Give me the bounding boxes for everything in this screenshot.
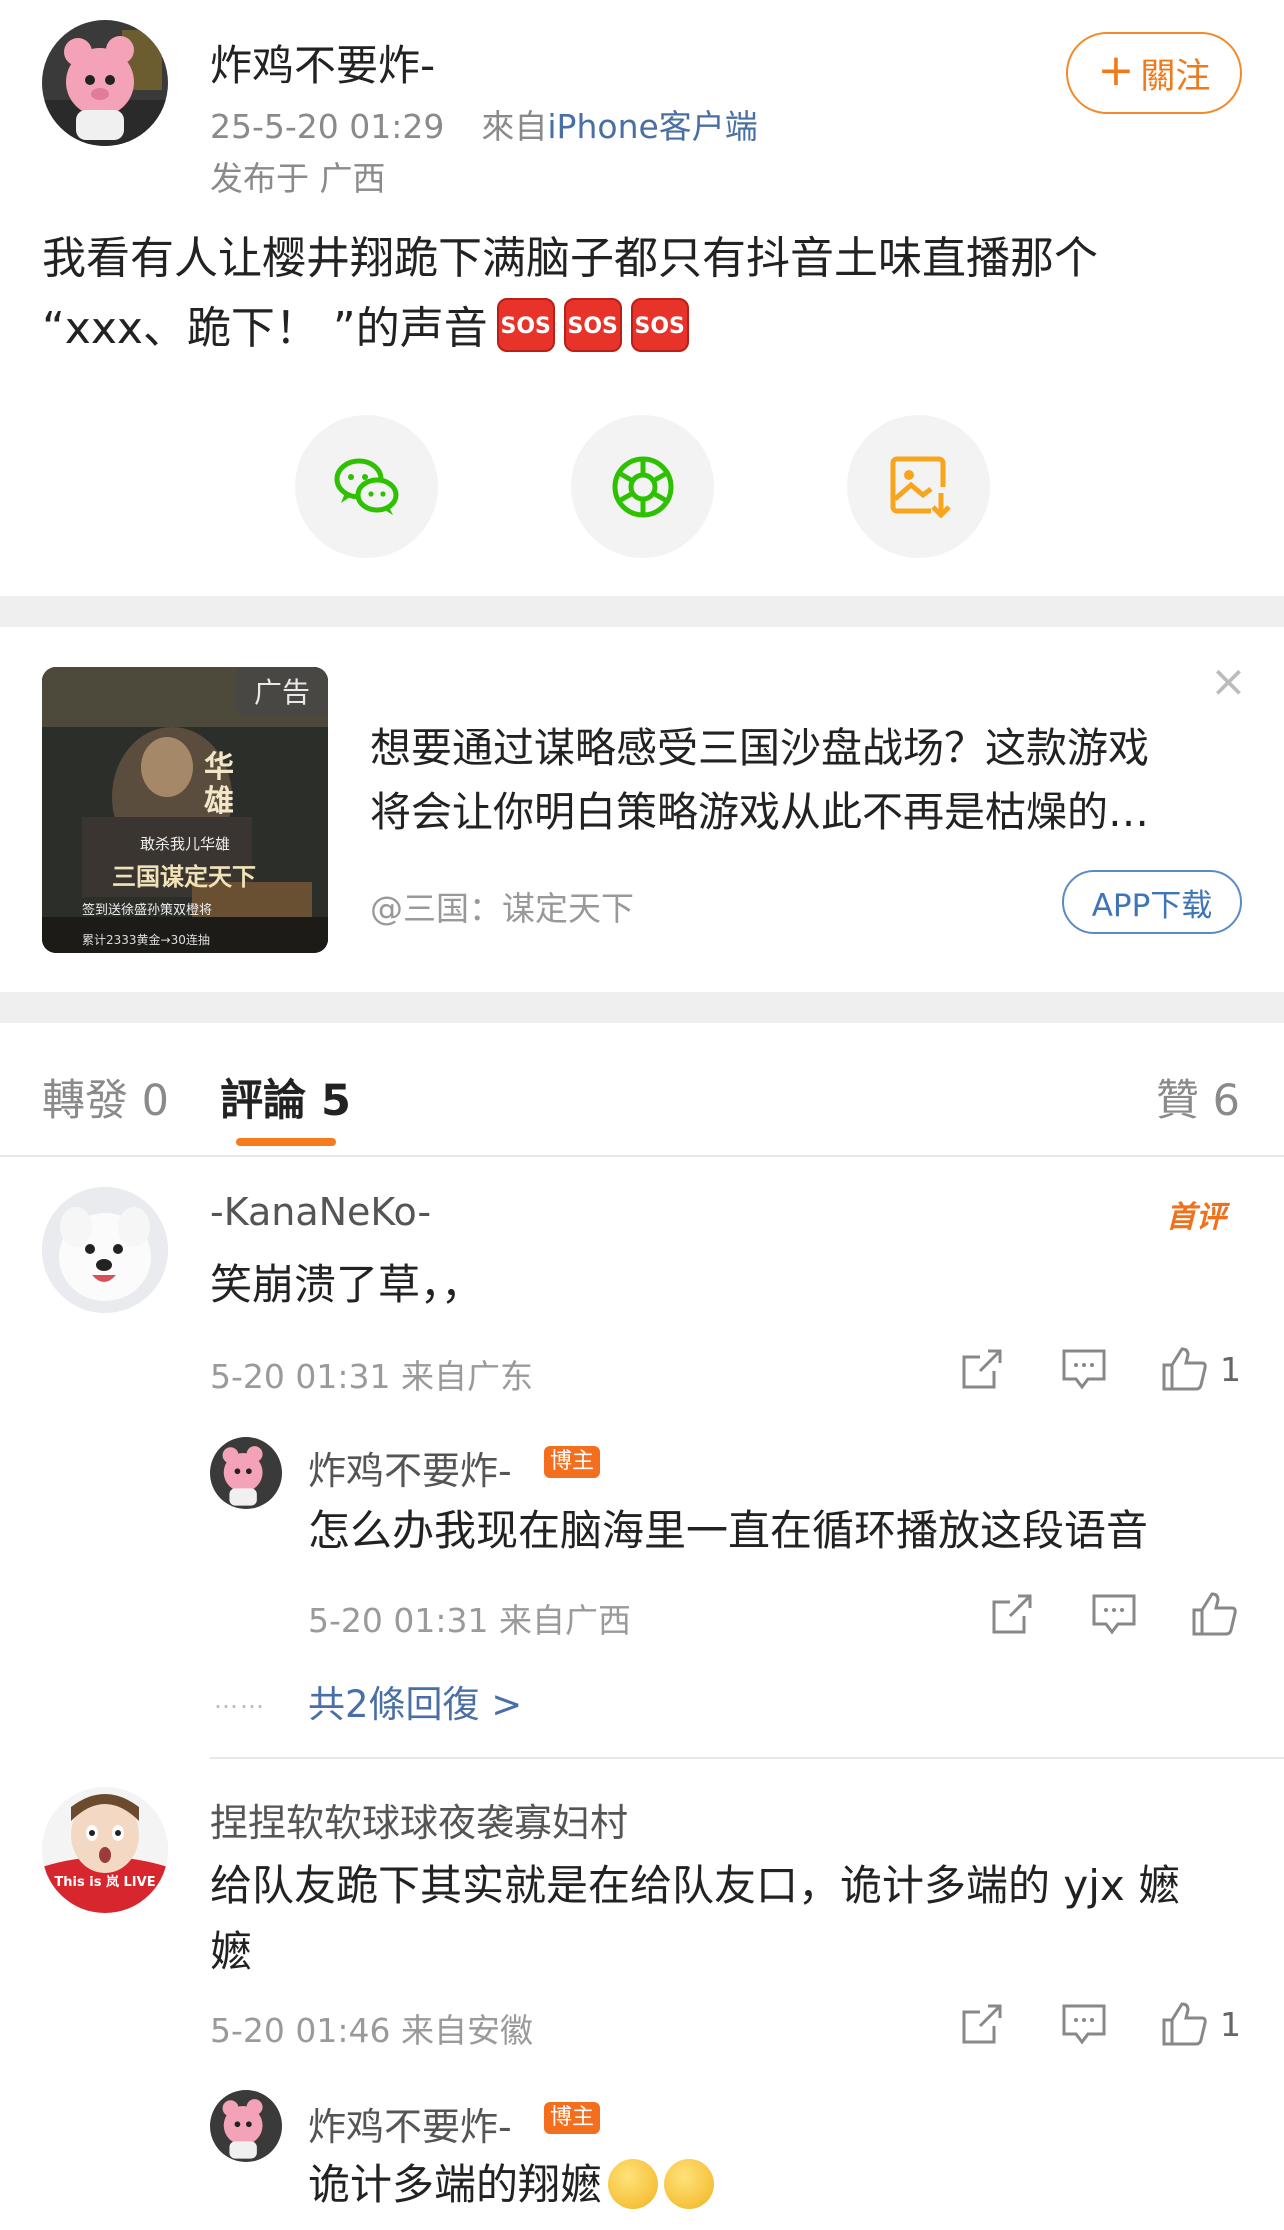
smirk-emoji-icon bbox=[664, 2158, 715, 2209]
ad-thumbnail[interactable]: 广告 华雄 敢杀我儿华雄 三国谋定天下 签到送徐盛孙策双橙将 累计2333黄金→… bbox=[42, 667, 328, 953]
like-reply-button[interactable] bbox=[1190, 1590, 1238, 1638]
ad-thumb-subtitle: 敢杀我儿华雄 bbox=[139, 835, 230, 853]
comment-icon bbox=[1092, 1594, 1136, 1635]
ad-source[interactable]: @三国：谋定天下 bbox=[370, 882, 634, 930]
section-separator bbox=[0, 992, 1284, 1023]
like-count: 1 bbox=[1220, 2004, 1241, 2044]
active-tab-indicator bbox=[236, 1138, 336, 1146]
like-count: 1 bbox=[1220, 1349, 1241, 1389]
comment-meta: 5-20 01:31 来自广东 bbox=[210, 1357, 533, 1396]
section-separator bbox=[0, 596, 1284, 627]
smirk-emoji-icon bbox=[608, 2158, 659, 2209]
commenter-name[interactable]: 捏捏软软球球夜袭寡妇村 bbox=[210, 1792, 628, 1847]
wechat-icon bbox=[334, 458, 398, 515]
avatar-caption: This is 岚 LIVE bbox=[54, 1875, 156, 1890]
plus-icon: + bbox=[1097, 45, 1135, 96]
post-text-line1: 我看有人让樱井翔跪下满脑子都只有抖音土味直播那个 bbox=[42, 233, 1098, 284]
ad-description[interactable]: 想要通过谋略感受三国沙盘战场？这款游戏 将会让你明白策略游戏从此不再是枯燥的… bbox=[370, 716, 1240, 844]
reply-author-name[interactable]: 炸鸡不要炸- bbox=[308, 2096, 512, 2151]
thumbs-up-icon bbox=[1192, 1592, 1237, 1636]
comment-text: 给队友跪下其实就是在给队友口，诡计多端的 yjx 嬷 嬷 bbox=[210, 1853, 1250, 1985]
reply-comment-button[interactable] bbox=[1060, 1345, 1108, 1393]
tabs-divider bbox=[0, 1155, 1284, 1157]
share-icon bbox=[992, 1594, 1032, 1634]
tab-comments[interactable]: 評論 5 bbox=[220, 1066, 351, 1128]
ad-thumb-bottom: 累计2333黄金→30连抽 bbox=[82, 933, 210, 947]
thumbs-up-icon bbox=[1162, 2002, 1207, 2046]
more-replies-dots: …… bbox=[214, 1686, 266, 1714]
share-icon bbox=[962, 1349, 1002, 1389]
first-comment-badge: 首评 bbox=[1166, 1200, 1226, 1235]
sos-emoji: SOS bbox=[630, 298, 689, 352]
share-moments-button[interactable] bbox=[571, 415, 714, 558]
comment-text: 笑崩溃了草，， bbox=[210, 1260, 484, 1309]
share-comment-button[interactable] bbox=[958, 2000, 1006, 2048]
post-author-name[interactable]: 炸鸡不要炸- bbox=[210, 32, 435, 93]
comment-text-line2: 嬷 bbox=[210, 1927, 253, 1976]
sos-emoji: SOS bbox=[563, 298, 622, 352]
reply-text-content: 诡计多端的翔嬷 bbox=[308, 2160, 603, 2209]
like-comment-button[interactable]: 1 bbox=[1160, 2000, 1241, 2048]
post-meta: 25-5-20 01:29 來自iPhone客户端 bbox=[210, 100, 758, 148]
comment-meta: 5-20 01:46 来自安徽 bbox=[210, 2011, 533, 2050]
share-comment-button[interactable] bbox=[958, 1345, 1006, 1393]
owner-badge: 博主 bbox=[544, 1446, 601, 1478]
sos-emoji: SOS bbox=[496, 298, 555, 352]
reply-text: 诡计多端的翔嬷 bbox=[308, 2152, 715, 2218]
commenter-avatar[interactable]: This is 岚 LIVE bbox=[42, 1787, 168, 1913]
post-source[interactable]: iPhone客户端 bbox=[547, 107, 757, 146]
share-wechat-button[interactable] bbox=[295, 415, 438, 558]
tab-repost[interactable]: 轉發 0 bbox=[42, 1066, 169, 1128]
ad-thumb-title: 华雄 bbox=[204, 750, 234, 819]
reply-author-name[interactable]: 炸鸡不要炸- bbox=[308, 1440, 512, 1495]
commenter-name[interactable]: -KanaNeKo- bbox=[210, 1190, 431, 1234]
share-icon bbox=[962, 2004, 1002, 2044]
post-location: 发布于 广西 bbox=[210, 159, 386, 198]
owner-badge: 博主 bbox=[544, 2102, 601, 2134]
view-more-replies-link[interactable]: 共2條回復 > bbox=[308, 1674, 522, 1728]
comment-text-line1: 给队友跪下其实就是在给队友口，诡计多端的 yjx 嬷 bbox=[210, 1861, 1181, 1910]
save-image-icon bbox=[890, 456, 951, 519]
save-image-button[interactable] bbox=[847, 415, 990, 558]
author-avatar[interactable] bbox=[42, 20, 168, 146]
reply-avatar[interactable] bbox=[210, 1437, 282, 1509]
ad-thumb-logo: 三国谋定天下 bbox=[112, 863, 256, 891]
like-comment-button[interactable]: 1 bbox=[1160, 1345, 1241, 1393]
thumbs-up-icon bbox=[1162, 1347, 1207, 1391]
reply-meta: 5-20 01:31 来自广西 bbox=[308, 1601, 631, 1640]
reply-avatar[interactable] bbox=[210, 2090, 282, 2162]
tab-comments-label: 評論 bbox=[220, 1076, 306, 1126]
reply-reply-button[interactable] bbox=[1090, 1590, 1138, 1638]
commenter-avatar[interactable] bbox=[42, 1187, 168, 1313]
post-content: 我看有人让樱井翔跪下满脑子都只有抖音土味直播那个 “xxx、跪下！ ”的声音 SO… bbox=[42, 224, 1252, 364]
ad-tag: 广告 bbox=[235, 667, 328, 715]
tab-likes[interactable]: 贊 6 bbox=[1156, 1066, 1240, 1128]
ad-thumb-line: 签到送徐盛孙策双橙将 bbox=[82, 903, 213, 918]
follow-button[interactable]: + 關注 bbox=[1066, 32, 1242, 114]
post-text-line2-text: “xxx、跪下！ ”的声音 bbox=[42, 303, 488, 354]
comment-icon bbox=[1062, 2004, 1106, 2045]
app-download-button[interactable]: APP下载 bbox=[1062, 870, 1242, 934]
post-time: 25-5-20 01:29 bbox=[210, 107, 445, 146]
comment-icon bbox=[1062, 1349, 1106, 1390]
moments-icon bbox=[612, 456, 673, 517]
share-reply-button[interactable] bbox=[988, 1590, 1036, 1638]
reply-text: 怎么办我现在脑海里一直在循环播放这段语音 bbox=[308, 1506, 1149, 1555]
tab-comments-count: 5 bbox=[320, 1076, 351, 1126]
ad-text-line1: 想要通过谋略感受三国沙盘战场？这款游戏 bbox=[370, 724, 1149, 772]
post-from-prefix: 來自 bbox=[481, 107, 548, 146]
ad-close-icon[interactable]: × bbox=[1210, 660, 1247, 704]
follow-button-label: 關注 bbox=[1140, 56, 1211, 97]
ad-text-line2: 将会让你明白策略游戏从此不再是枯燥的… bbox=[370, 788, 1149, 836]
post-text-line2: “xxx、跪下！ ”的声音 SOS SOS SOS bbox=[42, 294, 1252, 364]
reply-comment-button[interactable] bbox=[1060, 2000, 1108, 2048]
comment-divider bbox=[210, 1757, 1284, 1759]
